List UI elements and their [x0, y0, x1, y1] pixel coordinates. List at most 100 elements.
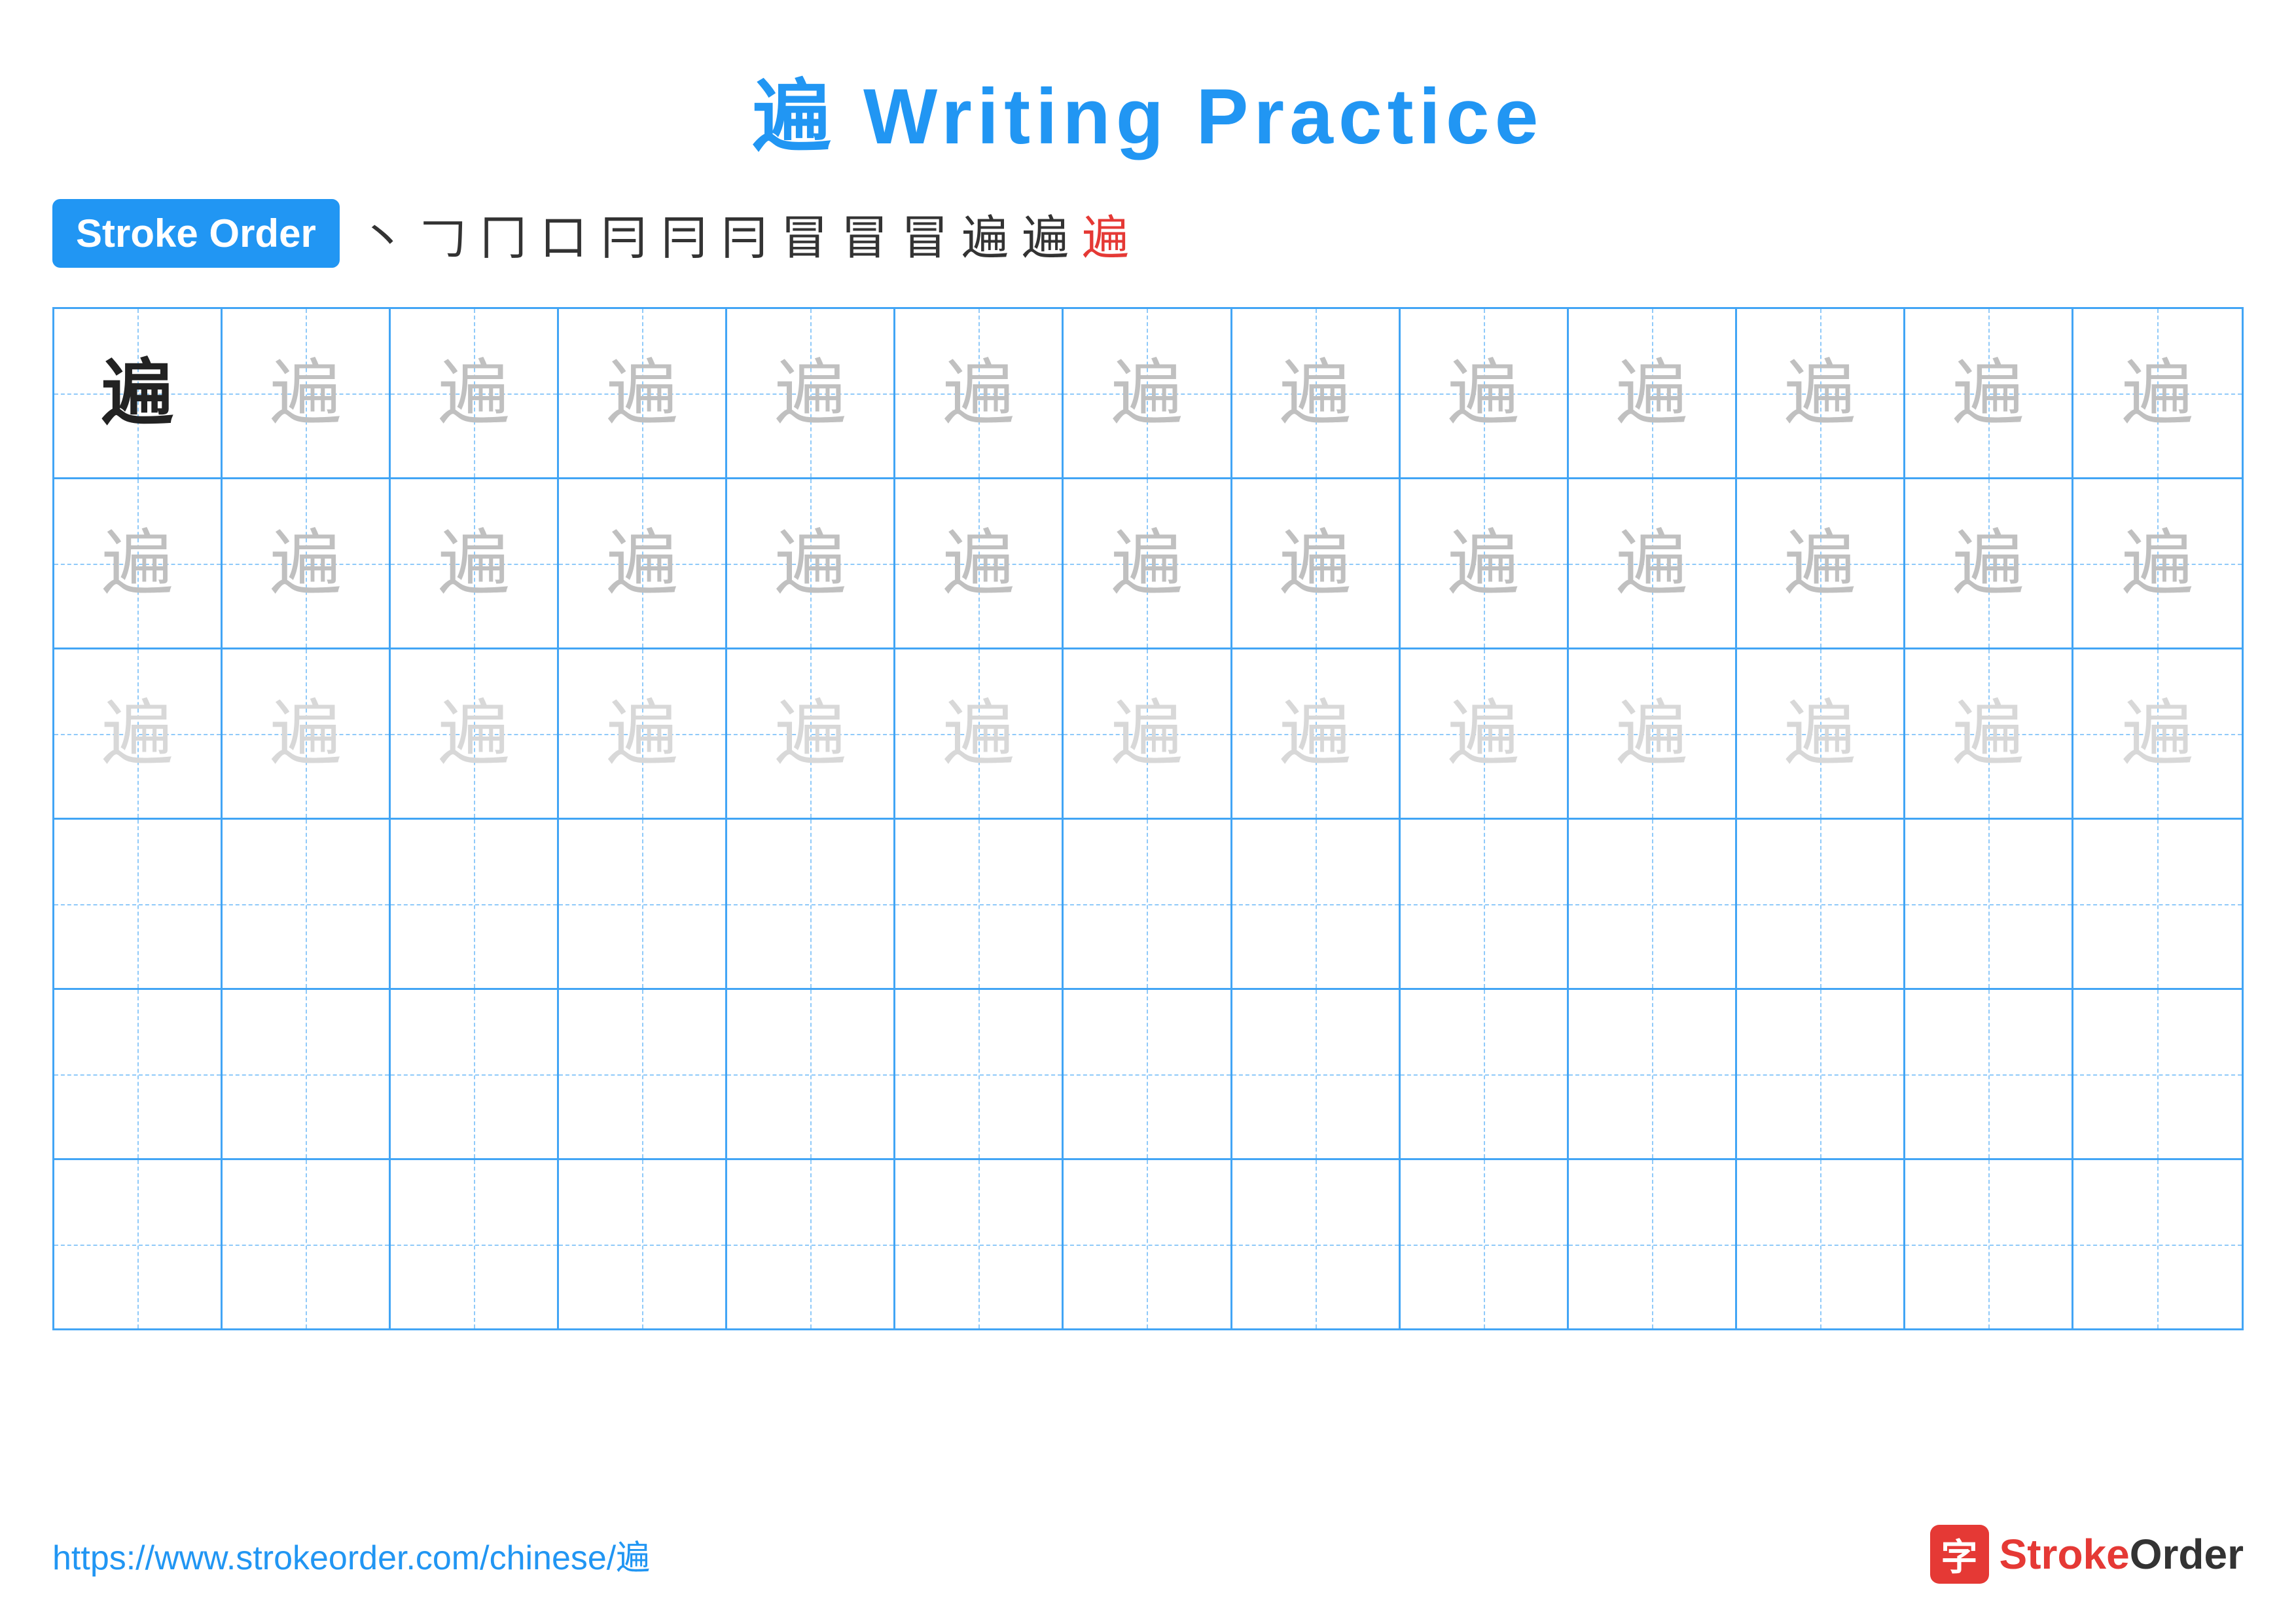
cell-1-5[interactable]: 遍 — [727, 309, 895, 477]
cell-1-4[interactable]: 遍 — [559, 309, 727, 477]
cell-2-1[interactable]: 遍 — [54, 479, 223, 647]
cell-4-1[interactable] — [54, 820, 223, 988]
cell-2-2[interactable]: 遍 — [223, 479, 391, 647]
cell-3-8[interactable]: 遍 — [1232, 649, 1401, 818]
cell-3-6[interactable]: 遍 — [895, 649, 1064, 818]
cell-4-4[interactable] — [559, 820, 727, 988]
cell-1-8[interactable]: 遍 — [1232, 309, 1401, 477]
cell-5-8[interactable] — [1232, 990, 1401, 1158]
cell-5-2[interactable] — [223, 990, 391, 1158]
cell-1-6[interactable]: 遍 — [895, 309, 1064, 477]
cell-4-10[interactable] — [1569, 820, 1737, 988]
cell-2-9[interactable]: 遍 — [1401, 479, 1569, 647]
cell-2-5[interactable]: 遍 — [727, 479, 895, 647]
cell-6-7[interactable] — [1064, 1160, 1232, 1328]
cell-6-11[interactable] — [1737, 1160, 1905, 1328]
cell-5-1[interactable] — [54, 990, 223, 1158]
char-guide: 遍 — [774, 698, 846, 770]
cell-5-9[interactable] — [1401, 990, 1569, 1158]
cell-5-5[interactable] — [727, 990, 895, 1158]
cell-4-2[interactable] — [223, 820, 391, 988]
char-guide: 遍 — [942, 357, 1014, 429]
cell-4-8[interactable] — [1232, 820, 1401, 988]
char-guide: 遍 — [774, 357, 846, 429]
cell-5-3[interactable] — [391, 990, 559, 1158]
cell-2-10[interactable]: 遍 — [1569, 479, 1737, 647]
cell-1-10[interactable]: 遍 — [1569, 309, 1737, 477]
char-guide: 遍 — [1448, 357, 1520, 429]
cell-3-2[interactable]: 遍 — [223, 649, 391, 818]
cell-1-12[interactable]: 遍 — [1905, 309, 2073, 477]
logo-icon: 字 — [1930, 1525, 1989, 1584]
cell-4-5[interactable] — [727, 820, 895, 988]
cell-1-9[interactable]: 遍 — [1401, 309, 1569, 477]
cell-6-12[interactable] — [1905, 1160, 2073, 1328]
grid-row-4 — [54, 820, 2242, 990]
cell-3-13[interactable]: 遍 — [2073, 649, 2242, 818]
cell-5-4[interactable] — [559, 990, 727, 1158]
cell-4-9[interactable] — [1401, 820, 1569, 988]
cell-5-6[interactable] — [895, 990, 1064, 1158]
stroke-4: 口 — [540, 199, 587, 268]
cell-2-8[interactable]: 遍 — [1232, 479, 1401, 647]
footer-url[interactable]: https://www.strokeorder.com/chinese/遍 — [52, 1530, 650, 1579]
cell-3-5[interactable]: 遍 — [727, 649, 895, 818]
cell-5-7[interactable] — [1064, 990, 1232, 1158]
char-guide: 遍 — [438, 698, 510, 770]
cell-6-13[interactable] — [2073, 1160, 2242, 1328]
cell-6-1[interactable] — [54, 1160, 223, 1328]
grid-row-5 — [54, 990, 2242, 1160]
cell-6-2[interactable] — [223, 1160, 391, 1328]
cell-2-13[interactable]: 遍 — [2073, 479, 2242, 647]
cell-3-7[interactable]: 遍 — [1064, 649, 1232, 818]
char-guide: 遍 — [270, 698, 342, 770]
char-guide: 遍 — [1280, 357, 1352, 429]
cell-6-5[interactable] — [727, 1160, 895, 1328]
cell-1-1[interactable]: 遍 — [54, 309, 223, 477]
cell-1-13[interactable]: 遍 — [2073, 309, 2242, 477]
cell-3-11[interactable]: 遍 — [1737, 649, 1905, 818]
cell-2-3[interactable]: 遍 — [391, 479, 559, 647]
cell-3-12[interactable]: 遍 — [1905, 649, 2073, 818]
char-guide: 遍 — [270, 357, 342, 429]
cell-2-12[interactable]: 遍 — [1905, 479, 2073, 647]
cell-3-9[interactable]: 遍 — [1401, 649, 1569, 818]
cell-1-11[interactable]: 遍 — [1737, 309, 1905, 477]
cell-6-3[interactable] — [391, 1160, 559, 1328]
cell-4-13[interactable] — [2073, 820, 2242, 988]
stroke-8: 冒 — [781, 199, 828, 268]
cell-6-6[interactable] — [895, 1160, 1064, 1328]
char-guide: 遍 — [2121, 528, 2193, 600]
char-guide: 遍 — [1952, 698, 2024, 770]
cell-2-7[interactable]: 遍 — [1064, 479, 1232, 647]
cell-5-11[interactable] — [1737, 990, 1905, 1158]
cell-4-3[interactable] — [391, 820, 559, 988]
cell-1-2[interactable]: 遍 — [223, 309, 391, 477]
cell-4-11[interactable] — [1737, 820, 1905, 988]
cell-6-8[interactable] — [1232, 1160, 1401, 1328]
stroke-9: 冒 — [841, 199, 888, 268]
cell-3-1[interactable]: 遍 — [54, 649, 223, 818]
cell-2-11[interactable]: 遍 — [1737, 479, 1905, 647]
cell-3-4[interactable]: 遍 — [559, 649, 727, 818]
cell-5-10[interactable] — [1569, 990, 1737, 1158]
cell-6-10[interactable] — [1569, 1160, 1737, 1328]
cell-2-6[interactable]: 遍 — [895, 479, 1064, 647]
cell-4-6[interactable] — [895, 820, 1064, 988]
cell-5-12[interactable] — [1905, 990, 2073, 1158]
cell-6-4[interactable] — [559, 1160, 727, 1328]
grid-row-2: 遍 遍 遍 遍 遍 遍 遍 遍 遍 遍 遍 遍 遍 — [54, 479, 2242, 649]
cell-1-3[interactable]: 遍 — [391, 309, 559, 477]
stroke-11: 遍 — [961, 199, 1009, 268]
cell-5-13[interactable] — [2073, 990, 2242, 1158]
cell-1-7[interactable]: 遍 — [1064, 309, 1232, 477]
cell-2-4[interactable]: 遍 — [559, 479, 727, 647]
char-guide: 遍 — [1952, 528, 2024, 600]
cell-4-12[interactable] — [1905, 820, 2073, 988]
cell-3-3[interactable]: 遍 — [391, 649, 559, 818]
char-solid: 遍 — [101, 357, 173, 429]
cell-3-10[interactable]: 遍 — [1569, 649, 1737, 818]
cell-6-9[interactable] — [1401, 1160, 1569, 1328]
cell-4-7[interactable] — [1064, 820, 1232, 988]
char-guide: 遍 — [774, 528, 846, 600]
